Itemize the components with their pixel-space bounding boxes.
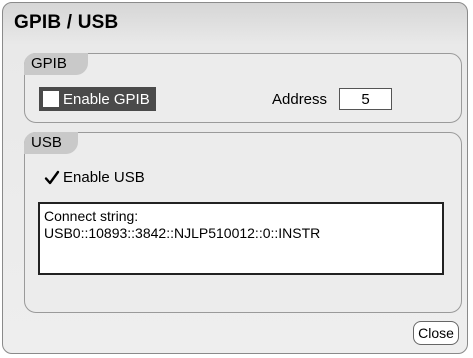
gpib-group: GPIB Enable GPIB Address 5	[24, 53, 462, 123]
enable-gpib-checkbox[interactable]: Enable GPIB	[39, 87, 156, 111]
connect-string-value: USB0::10893::3842::NJLP510012::0::INSTR	[44, 225, 321, 241]
enable-usb-checkbox[interactable]: Enable USB	[44, 169, 145, 186]
usb-group: USB Enable USB Connect string: USB0::108…	[24, 132, 462, 313]
connect-string-box: Connect string: USB0::10893::3842::NJLP5…	[38, 202, 444, 275]
address-field[interactable]: 5	[339, 88, 392, 110]
enable-usb-label: Enable USB	[63, 169, 145, 186]
connect-string-label: Connect string:	[44, 208, 139, 224]
gpib-usb-dialog: GPIB / USB GPIB Enable GPIB Address 5 US…	[2, 2, 468, 354]
address-label: Address	[272, 91, 328, 108]
gpib-group-label: GPIB	[24, 53, 88, 75]
dialog-title: GPIB / USB	[14, 12, 119, 33]
close-button[interactable]: Close	[413, 321, 459, 345]
enable-gpib-label: Enable GPIB	[63, 90, 150, 108]
checkmark-icon	[44, 170, 60, 186]
gpib-checkbox-box-icon	[43, 91, 59, 107]
usb-group-label: USB	[24, 132, 78, 154]
